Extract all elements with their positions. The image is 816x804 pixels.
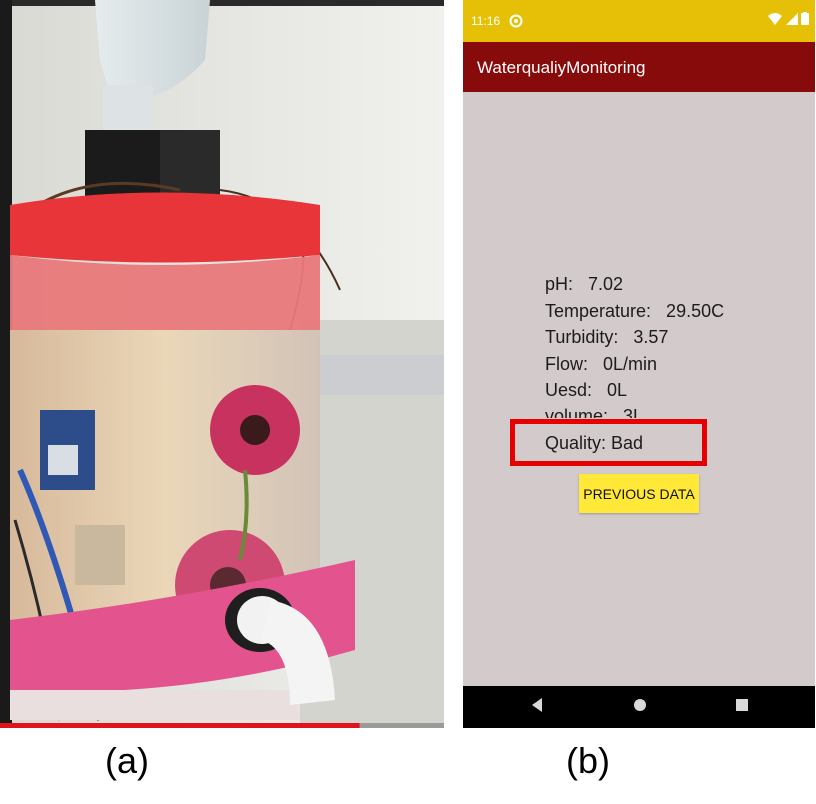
app-title: WaterqualiyMonitoring [477,58,646,77]
status-time: 11:16 [471,14,501,28]
device-photo-illustration [0,0,444,728]
reading-quality: Quality: Bad [545,433,644,453]
reading-ph: pH: 7.02 [545,274,624,294]
readings-panel: pH: 7.02 Temperature: 29.50C Turbidity: … [463,92,815,686]
signal-icon [785,13,798,25]
settings-icon [509,14,523,28]
reading-flow: Flow: 0L/min [545,354,658,374]
caption-b: (b) [566,740,610,781]
app-bar: WaterqualiyMonitoring [463,42,815,92]
reading-turbidity: Turbidity: 3.57 [545,327,669,347]
reading-temperature: Temperature: 29.50C [545,301,725,321]
video-progress-fill[interactable] [0,723,360,728]
device-photo [0,0,444,728]
caption-a: (a) [105,740,149,781]
back-icon[interactable] [530,697,544,713]
status-bar: 11:16 [463,0,815,42]
phone-screen: 11:16 WaterqualiyMonitoring pH: 7.02 Tem… [463,0,815,728]
reading-volume: volume: 3L [545,406,644,418]
battery-icon [801,12,809,25]
wifi-icon [768,13,783,25]
status-icons [768,12,809,28]
recents-icon[interactable] [735,697,749,713]
reading-used: Uesd: 0L [545,380,628,400]
previous-data-button[interactable]: PREVIOUS DATA [579,474,699,513]
navigation-bar [463,686,815,728]
home-icon[interactable] [633,697,647,713]
